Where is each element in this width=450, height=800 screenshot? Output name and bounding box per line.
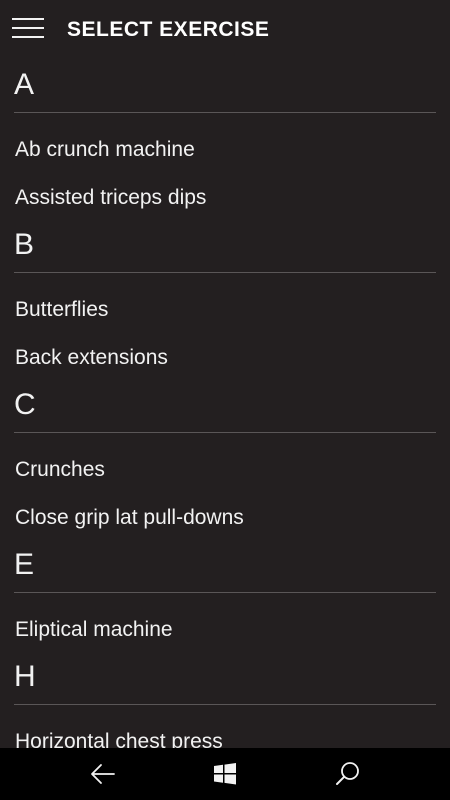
group-header-h[interactable]: H [14,654,436,705]
navigation-bar [0,748,450,800]
hamburger-line [12,27,44,29]
list-item[interactable]: Back extensions [0,329,450,377]
list-item-label: Assisted triceps dips [15,186,207,209]
list-item[interactable]: Ab crunch machine [0,121,450,169]
search-icon[interactable] [334,760,362,788]
list-item-label: Ab crunch machine [15,138,195,161]
header-bar: SELECT EXERCISE [0,0,450,62]
list-item[interactable]: Eliptical machine [0,601,450,649]
list-item-label: Crunches [15,458,105,481]
group-letter: E [14,548,35,581]
exercise-list: A Ab crunch machine Assisted triceps dip… [0,62,450,748]
group-letter: C [14,388,36,421]
group-header-a[interactable]: A [14,62,436,113]
group-letter: A [14,68,35,101]
hamburger-line [12,18,44,20]
group-header-e[interactable]: E [14,542,436,593]
list-item-label: Close grip lat pull-downs [15,506,244,529]
list-item-label: Butterflies [15,298,109,321]
list-item[interactable]: Crunches [0,441,450,489]
list-item[interactable]: Close grip lat pull-downs [0,489,450,537]
list-item-label: Back extensions [15,346,168,369]
group-body-h: Horizontal chest press [0,705,450,748]
list-item[interactable]: Assisted triceps dips [0,169,450,217]
group-header-b[interactable]: B [14,222,436,273]
group-body-e: Eliptical machine [0,593,450,654]
group-letter: B [14,228,35,261]
app-window: SELECT EXERCISE A Ab crunch machine Assi… [0,0,450,748]
group-letter: H [14,660,36,693]
list-item[interactable]: Butterflies [0,281,450,329]
hamburger-menu-icon[interactable] [12,16,44,42]
group-header-c[interactable]: C [14,382,436,433]
group-body-b: Butterflies Back extensions [0,273,450,382]
list-item[interactable]: Horizontal chest press [0,713,450,748]
hamburger-line [12,36,44,38]
page-title: SELECT EXERCISE [67,18,270,41]
group-body-c: Crunches Close grip lat pull-downs [0,433,450,542]
group-body-a: Ab crunch machine Assisted triceps dips [0,113,450,222]
list-item-label: Eliptical machine [15,618,173,641]
windows-logo-icon[interactable] [211,760,239,788]
list-item-label: Horizontal chest press [15,730,223,748]
back-arrow-icon[interactable] [89,760,117,788]
